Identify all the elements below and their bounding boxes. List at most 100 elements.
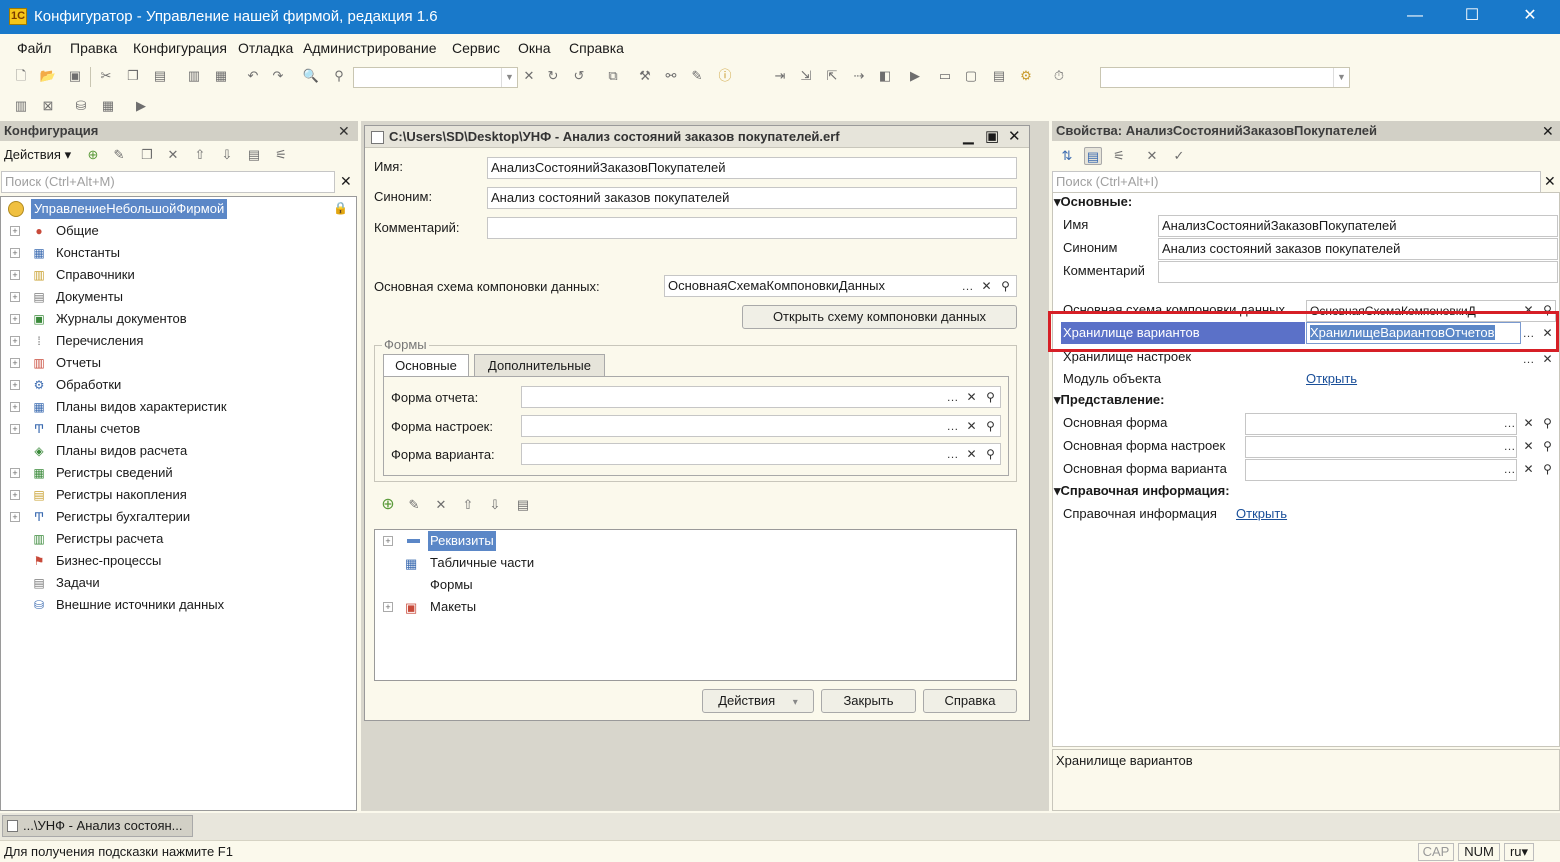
tree-item-common[interactable]: + ● Общие: [1, 220, 356, 242]
config-root-item[interactable]: УправлениеНебольшойФирмой: [31, 199, 228, 219]
filter-icon[interactable]: ⚟: [272, 146, 290, 164]
move-down-icon[interactable]: ⇩: [218, 146, 236, 164]
expand-icon[interactable]: +: [10, 292, 20, 302]
clear-icon[interactable]: ✕: [1520, 414, 1537, 433]
undo-icon[interactable]: ↶: [244, 67, 262, 85]
database-icon[interactable]: ⛁: [72, 97, 90, 115]
settings-form-field[interactable]: [521, 415, 1001, 437]
add-icon[interactable]: ⊕: [379, 496, 397, 514]
expand-icon[interactable]: +: [10, 402, 20, 412]
select-button[interactable]: …: [944, 388, 961, 407]
move-down-icon[interactable]: ⇩: [486, 496, 504, 514]
minimize-icon[interactable]: ▁: [963, 128, 974, 145]
close-window-button[interactable]: ✕: [1515, 5, 1545, 27]
open-icon[interactable]: ⚲: [997, 277, 1014, 296]
debug-stop-icon[interactable]: ◧: [876, 67, 894, 85]
expand-icon[interactable]: +: [10, 336, 20, 346]
notes-icon[interactable]: ✎: [688, 67, 706, 85]
open-icon[interactable]: ⚲: [982, 445, 999, 464]
tab-main[interactable]: Основные: [383, 354, 469, 377]
clear-icon[interactable]: ✕: [963, 388, 980, 407]
window-list-icon[interactable]: ▤: [990, 67, 1008, 85]
find-in-files-icon[interactable]: 🔍: [302, 67, 320, 85]
section-help[interactable]: ▾Справочная информация:: [1054, 483, 1230, 499]
prop-comment-field[interactable]: [1158, 261, 1558, 283]
section-main[interactable]: ▾Основные:: [1054, 194, 1132, 210]
expand-icon[interactable]: +: [383, 536, 393, 546]
paste-icon[interactable]: ▤: [151, 67, 169, 85]
save-icon[interactable]: ▣: [66, 67, 84, 85]
menu-edit[interactable]: Правка: [70, 40, 117, 56]
config-compare-icon[interactable]: ⊠: [39, 97, 57, 115]
clear-icon[interactable]: ✕: [963, 445, 980, 464]
module-combo[interactable]: ▼: [1100, 67, 1350, 88]
windows-icon[interactable]: ⧉: [604, 67, 622, 85]
sort-icon[interactable]: ▤: [245, 146, 263, 164]
redo-icon[interactable]: ↷: [269, 67, 287, 85]
select-button[interactable]: …: [944, 417, 961, 436]
debug-breakpoint-icon[interactable]: ⇢: [850, 67, 868, 85]
compare-icon[interactable]: ⚙: [1017, 67, 1035, 85]
menu-file[interactable]: Файл: [17, 40, 51, 56]
syntax-assistant-icon[interactable]: ⚯: [662, 67, 680, 85]
select-button[interactable]: …: [1520, 350, 1537, 369]
open-icon[interactable]: ⚲: [1539, 460, 1556, 479]
report-form-field[interactable]: [521, 386, 1001, 408]
menu-configuration[interactable]: Конфигурация: [133, 40, 227, 56]
apply-icon[interactable]: ✓: [1170, 147, 1188, 165]
chevron-down-icon[interactable]: ▼: [1333, 68, 1349, 87]
expand-icon[interactable]: +: [10, 358, 20, 368]
tree-item-external-sources[interactable]: ⛁ Внешние источники данных: [1, 594, 356, 616]
expand-icon[interactable]: +: [10, 468, 20, 478]
debug-step-icon[interactable]: ⇥: [771, 67, 789, 85]
clear-search-icon[interactable]: ✕: [1544, 173, 1556, 190]
menu-administration[interactable]: Администрирование: [303, 40, 437, 56]
add-icon[interactable]: ⊕: [84, 146, 102, 164]
print-icon[interactable]: ▥: [185, 67, 203, 85]
config-search-input[interactable]: Поиск (Ctrl+Alt+M): [1, 171, 335, 193]
delete-icon[interactable]: ✕: [164, 146, 182, 164]
sort-alpha-icon[interactable]: ⇅: [1058, 147, 1076, 165]
search-combo[interactable]: ▼: [353, 67, 518, 88]
help-button[interactable]: Справка: [923, 689, 1017, 713]
menu-windows[interactable]: Окна: [518, 40, 551, 56]
clear-icon[interactable]: ✕: [1539, 350, 1556, 369]
tree-tabular-parts[interactable]: Табличные части: [430, 555, 534, 570]
search-icon[interactable]: ⚲: [330, 67, 348, 85]
tab-extra[interactable]: Дополнительные: [474, 354, 605, 377]
clear-search-icon[interactable]: ✕: [520, 67, 538, 85]
select-button[interactable]: …: [1501, 414, 1518, 433]
clear-search-icon[interactable]: ✕: [340, 173, 352, 190]
expand-icon[interactable]: +: [10, 270, 20, 280]
close-button[interactable]: Закрыть: [821, 689, 916, 713]
delete-icon[interactable]: ✕: [432, 496, 450, 514]
prop-main-variant-form-field[interactable]: [1245, 459, 1517, 481]
prop-main-form-field[interactable]: [1245, 413, 1517, 435]
language-indicator[interactable]: ru▾: [1504, 843, 1534, 861]
info-icon[interactable]: ⓘ: [716, 67, 734, 85]
tree-item-business-processes[interactable]: ⚑ Бизнес-процессы: [1, 550, 356, 572]
debug-run-icon[interactable]: ▶: [906, 67, 924, 85]
close-icon[interactable]: ✕: [338, 123, 350, 140]
tree-item-chart-of-characteristics[interactable]: + ▦ Планы видов характеристик: [1, 396, 356, 418]
move-up-icon[interactable]: ⇧: [191, 146, 209, 164]
edit-icon[interactable]: ✎: [110, 146, 128, 164]
expand-icon[interactable]: +: [10, 424, 20, 434]
tree-item-accounting-registers[interactable]: + Ͳ Регистры бухгалтерии: [1, 506, 356, 528]
clear-icon[interactable]: ✕: [963, 417, 980, 436]
select-button[interactable]: …: [944, 445, 961, 464]
copy-icon[interactable]: ❐: [138, 146, 156, 164]
debug-step-into-icon[interactable]: ⇲: [797, 67, 815, 85]
maximize-button[interactable]: ☐: [1457, 5, 1487, 27]
tree-templates[interactable]: Макеты: [430, 599, 476, 614]
new-file-icon[interactable]: 🗋: [12, 67, 30, 85]
expand-icon[interactable]: +: [10, 380, 20, 390]
config-open-icon[interactable]: ▥: [12, 97, 30, 115]
find-prev-icon[interactable]: ↺: [570, 67, 588, 85]
window-cascade-icon[interactable]: ▢: [962, 67, 980, 85]
delete-icon[interactable]: ✕: [1143, 147, 1161, 165]
tree-item-chart-of-accounts[interactable]: + Ͳ Планы счетов: [1, 418, 356, 440]
print-preview-icon[interactable]: ▦: [212, 67, 230, 85]
comment-field[interactable]: [487, 217, 1017, 239]
name-field[interactable]: АнализСостоянийЗаказовПокупателей: [487, 157, 1017, 179]
